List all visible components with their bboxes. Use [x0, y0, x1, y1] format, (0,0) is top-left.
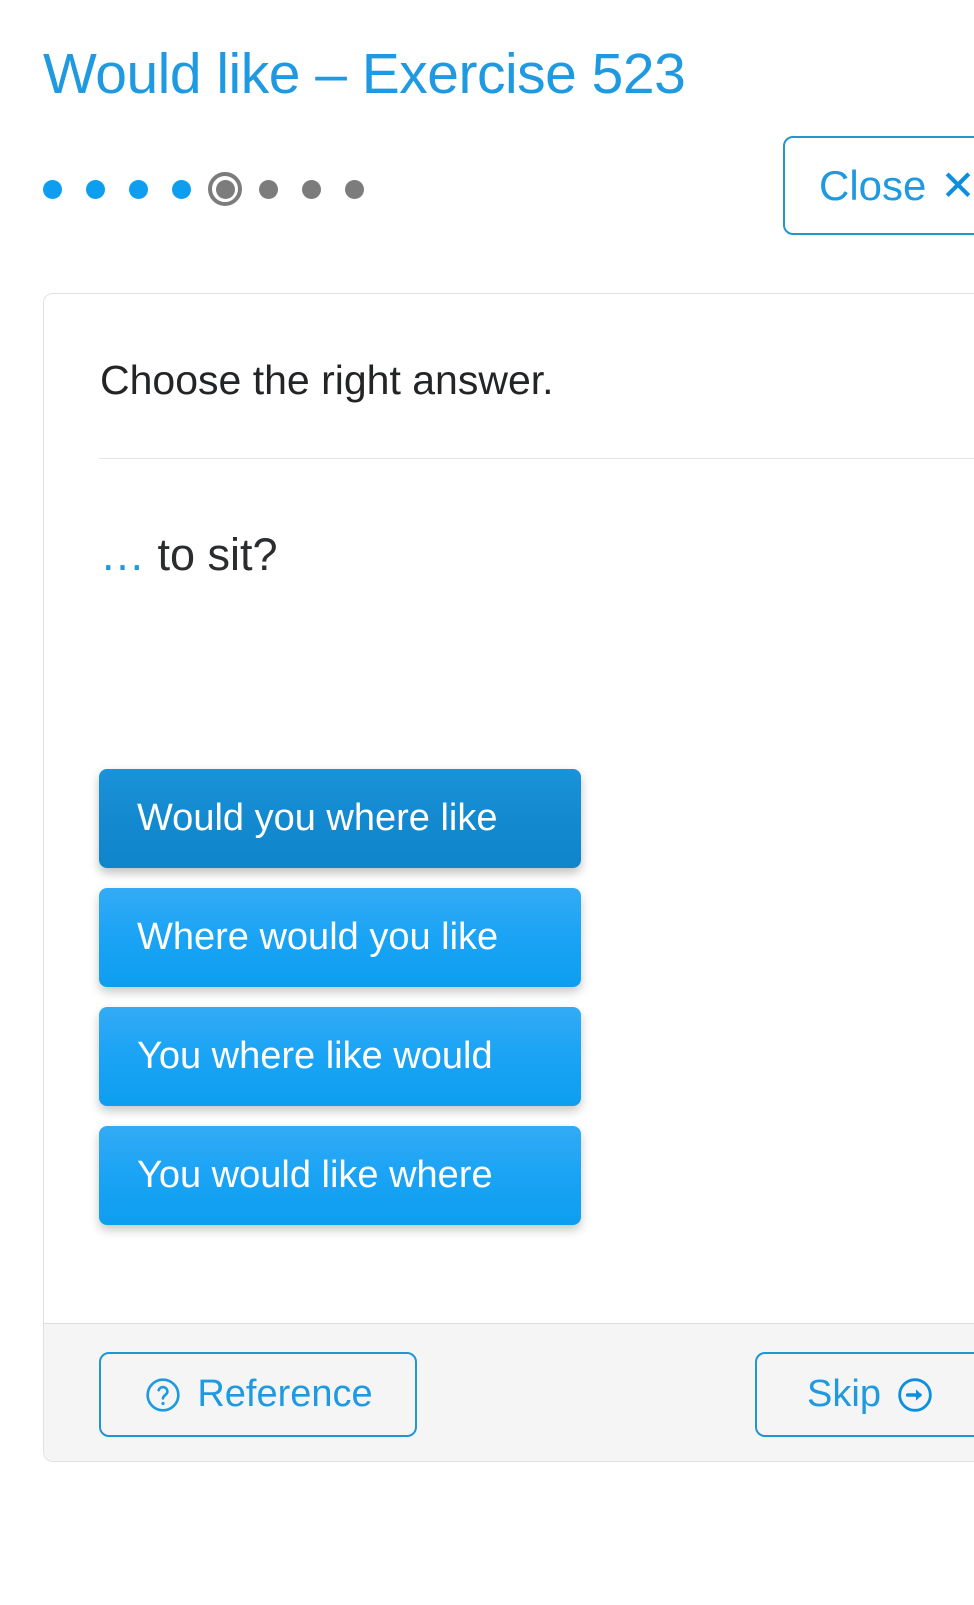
progress-dot-2[interactable]	[86, 179, 105, 199]
page-title: Would like – Exercise 523	[43, 42, 686, 106]
arrow-right-circle-icon	[895, 1375, 935, 1415]
section-divider	[99, 458, 974, 459]
answer-option-3[interactable]: You where like would	[99, 1007, 581, 1106]
instruction-text: Choose the right answer.	[100, 357, 554, 403]
progress-dot-3[interactable]	[129, 179, 148, 199]
progress-dot-7[interactable]	[302, 179, 321, 199]
skip-button-label: Skip	[807, 1373, 881, 1415]
progress-indicator	[43, 169, 364, 209]
progress-dot-4[interactable]	[172, 179, 191, 199]
close-button[interactable]: Close ✕	[783, 136, 974, 235]
answer-option-2[interactable]: Where would you like	[99, 888, 581, 987]
exercise-card-body: Choose the right answer. … to sit? Would…	[44, 294, 974, 1323]
blank-placeholder: …	[100, 529, 145, 580]
close-icon: ✕	[940, 161, 974, 209]
exercise-page: Would like – Exercise 523 Close ✕ Choose…	[0, 0, 974, 1605]
question-circle-icon	[143, 1375, 183, 1415]
reference-button[interactable]: Reference	[99, 1352, 417, 1437]
sentence-remainder: to sit?	[145, 529, 278, 580]
progress-dot-1[interactable]	[43, 179, 62, 199]
close-button-label: Close	[819, 161, 927, 209]
skip-button[interactable]: Skip	[755, 1352, 974, 1437]
progress-dot-5-current[interactable]	[205, 169, 245, 209]
card-footer: Reference Skip	[44, 1323, 974, 1461]
reference-button-label: Reference	[197, 1373, 373, 1415]
answer-options-list: Would you where like Where would you lik…	[99, 769, 581, 1225]
question-sentence: … to sit?	[100, 526, 278, 584]
answer-option-4[interactable]: You would like where	[99, 1126, 581, 1225]
answer-option-1[interactable]: Would you where like	[99, 769, 581, 868]
progress-dot-6[interactable]	[259, 179, 278, 199]
progress-dot-current-inner	[215, 179, 235, 199]
exercise-card: Choose the right answer. … to sit? Would…	[43, 293, 974, 1462]
progress-dot-8[interactable]	[345, 179, 364, 199]
